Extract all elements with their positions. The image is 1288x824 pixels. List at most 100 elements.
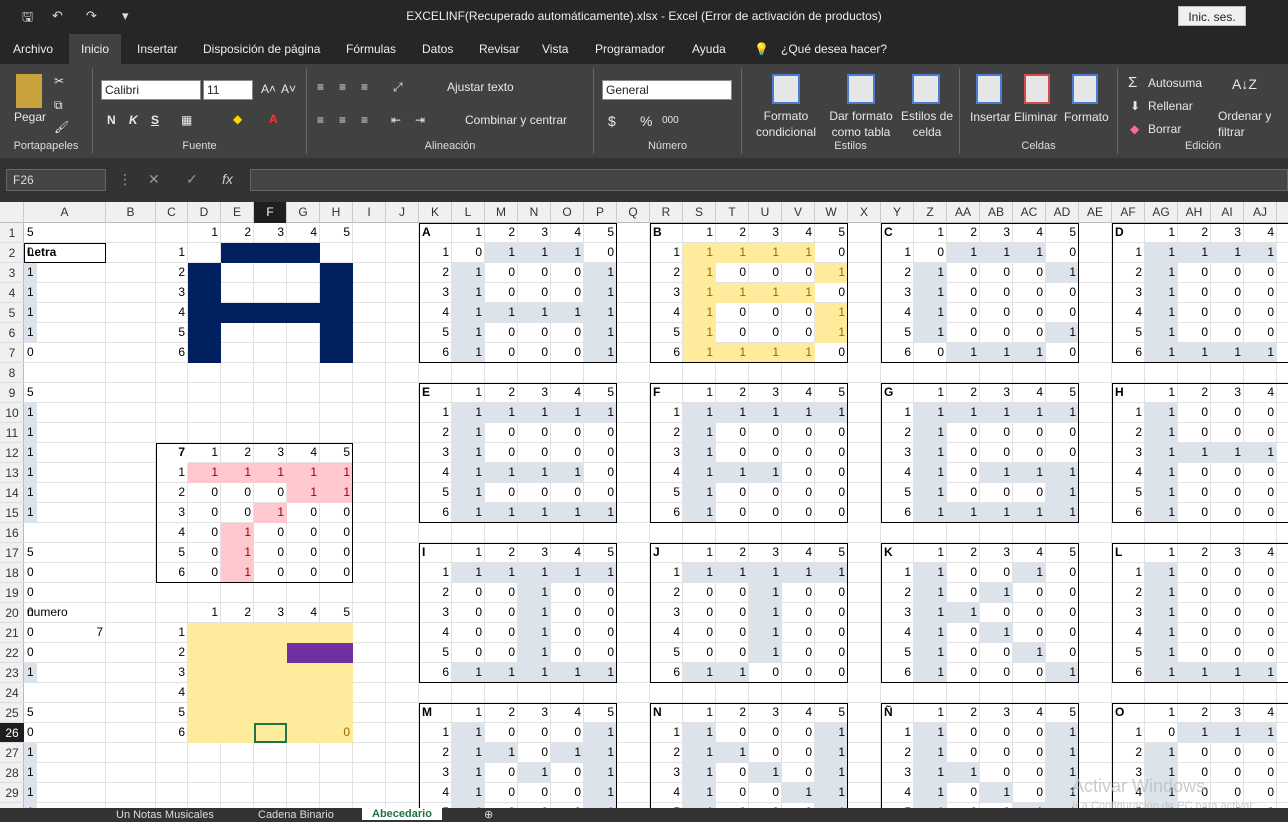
letter-cell[interactable]: 1 [1145,403,1178,423]
letter-cell[interactable]: 0 [1211,303,1244,323]
letter-cell[interactable]: 1 [452,443,485,463]
letter-cell[interactable]: 0 [947,563,980,583]
letter-cell[interactable]: 0 [1244,463,1277,483]
row-index-cell[interactable]: 6 [156,563,188,583]
tab-insertar[interactable]: Insertar [137,42,178,56]
letter-cell[interactable]: 0 [1178,283,1211,303]
row-index-cell[interactable]: 3 [650,603,683,623]
letter-cell[interactable]: 0 [1244,743,1277,763]
header-cell[interactable]: 4 [287,223,320,243]
letter-cell[interactable]: 0 [716,783,749,803]
tell-me-search[interactable]: ¿Qué desea hacer? [781,42,887,56]
letter-cell[interactable]: 1 [914,723,947,743]
row-index-cell[interactable]: 1 [419,723,452,743]
letter-cell[interactable]: 0 [980,263,1013,283]
row-index-cell[interactable]: 2 [419,743,452,763]
letter-cell[interactable]: 0 [485,783,518,803]
letter-cell[interactable]: 0 [980,723,1013,743]
letter-cell[interactable]: 0 [518,483,551,503]
letter-cell[interactable]: 0 [1178,463,1211,483]
letter-cell[interactable]: 0 [1013,323,1046,343]
letter-cell[interactable]: 1 [1178,343,1211,363]
letter-cell[interactable]: 1 [24,323,37,343]
row-header[interactable]: 5 [0,303,24,323]
letter-cell[interactable]: 0 [584,443,617,463]
letter-cell[interactable]: 1 [947,603,980,623]
letter-cell[interactable]: 0 [782,743,815,763]
letter-cell[interactable]: 0 [518,283,551,303]
letter-cell[interactable]: 0 [24,603,37,623]
row-header[interactable]: 4 [0,283,24,303]
shrink-font-icon[interactable]: A˅ [281,82,296,96]
letter-cell[interactable]: 1 [1145,643,1178,663]
letter-cell[interactable]: 1 [452,483,485,503]
letter-cell[interactable]: 0 [1244,283,1277,303]
row-index-cell[interactable]: 6 [419,663,452,683]
row-index-cell[interactable]: 1 [650,563,683,583]
header-cell[interactable]: 1 [452,223,485,243]
letter-name[interactable]: G [881,383,914,403]
letter-cell[interactable]: 1 [749,623,782,643]
row-index-cell[interactable]: 1 [156,623,188,643]
row-header[interactable]: 10 [0,403,24,423]
row-index-cell[interactable]: 2 [156,643,188,663]
row-header[interactable]: 12 [0,443,24,463]
row-index-cell[interactable]: 6 [419,503,452,523]
row-index-cell[interactable]: 1 [1112,403,1145,423]
letter-cell[interactable]: 1 [24,263,37,283]
header-cell[interactable]: 4 [1244,223,1277,243]
row-index-cell[interactable]: 1 [881,403,914,423]
letter-cell[interactable]: 0 [947,323,980,343]
letter-name[interactable]: H [1112,383,1145,403]
letter-cell[interactable]: 1 [914,603,947,623]
letter-cell[interactable]: 0 [1178,323,1211,343]
letter-cell[interactable]: 0 [716,323,749,343]
header-cell[interactable]: 1 [452,703,485,723]
matrix-cell[interactable]: 0 [287,563,320,583]
letter-cell[interactable]: 1 [815,743,848,763]
letter-cell[interactable]: 1 [24,663,37,683]
column-header[interactable]: R [650,202,683,223]
row-index-cell[interactable]: 5 [1112,483,1145,503]
header-cell[interactable]: 2 [716,703,749,723]
letter-cell[interactable]: 1 [452,743,485,763]
letter-cell[interactable]: 1 [24,423,37,443]
letter-cell[interactable]: 0 [716,443,749,463]
row-index-cell[interactable]: 2 [156,263,188,283]
letter-cell[interactable]: 0 [782,463,815,483]
letter-cell[interactable]: 1 [1145,483,1178,503]
row-index-cell[interactable]: 3 [881,603,914,623]
row-index-cell[interactable]: 3 [419,763,452,783]
letter-cell[interactable]: 0 [1178,423,1211,443]
letter-cell[interactable]: 1 [914,583,947,603]
letter-cell[interactable]: 0 [1013,263,1046,283]
letter-cell[interactable]: 1 [815,263,848,283]
letter-cell[interactable]: 0 [683,603,716,623]
letter-cell[interactable]: 0 [1211,283,1244,303]
header-cell[interactable]: 2 [947,543,980,563]
letter-cell[interactable]: 1 [24,443,37,463]
letter-cell[interactable]: 0 [1013,443,1046,463]
letter-cell[interactable]: 1 [914,263,947,283]
letter-cell[interactable]: 0 [452,643,485,663]
tab-ayuda[interactable]: Ayuda [692,42,726,56]
letter-cell[interactable]: 0 [452,603,485,623]
letter-cell[interactable]: 0 [749,443,782,463]
letter-cell[interactable]: 1 [452,503,485,523]
insert-cells-button[interactable]: Insertar [970,110,1011,124]
cut-icon[interactable]: ✂ [54,74,64,88]
letter-cell[interactable]: 1 [914,323,947,343]
column-header[interactable]: T [716,202,749,223]
letter-cell[interactable]: 1 [1145,463,1178,483]
row-index-cell[interactable]: 1 [881,723,914,743]
matrix-cell[interactable]: 0 [254,563,287,583]
matrix-cell[interactable]: 0 [188,503,221,523]
letter-cell[interactable]: 0 [782,723,815,743]
letter-cell[interactable]: 1 [716,283,749,303]
row-index-cell[interactable]: 3 [419,283,452,303]
header-cell[interactable]: 5 [320,223,353,243]
letter-cell[interactable]: 0 [1013,283,1046,303]
row-header[interactable]: 21 [0,623,24,643]
letter-cell[interactable]: 0 [947,423,980,443]
column-header[interactable]: AG [1145,202,1178,223]
